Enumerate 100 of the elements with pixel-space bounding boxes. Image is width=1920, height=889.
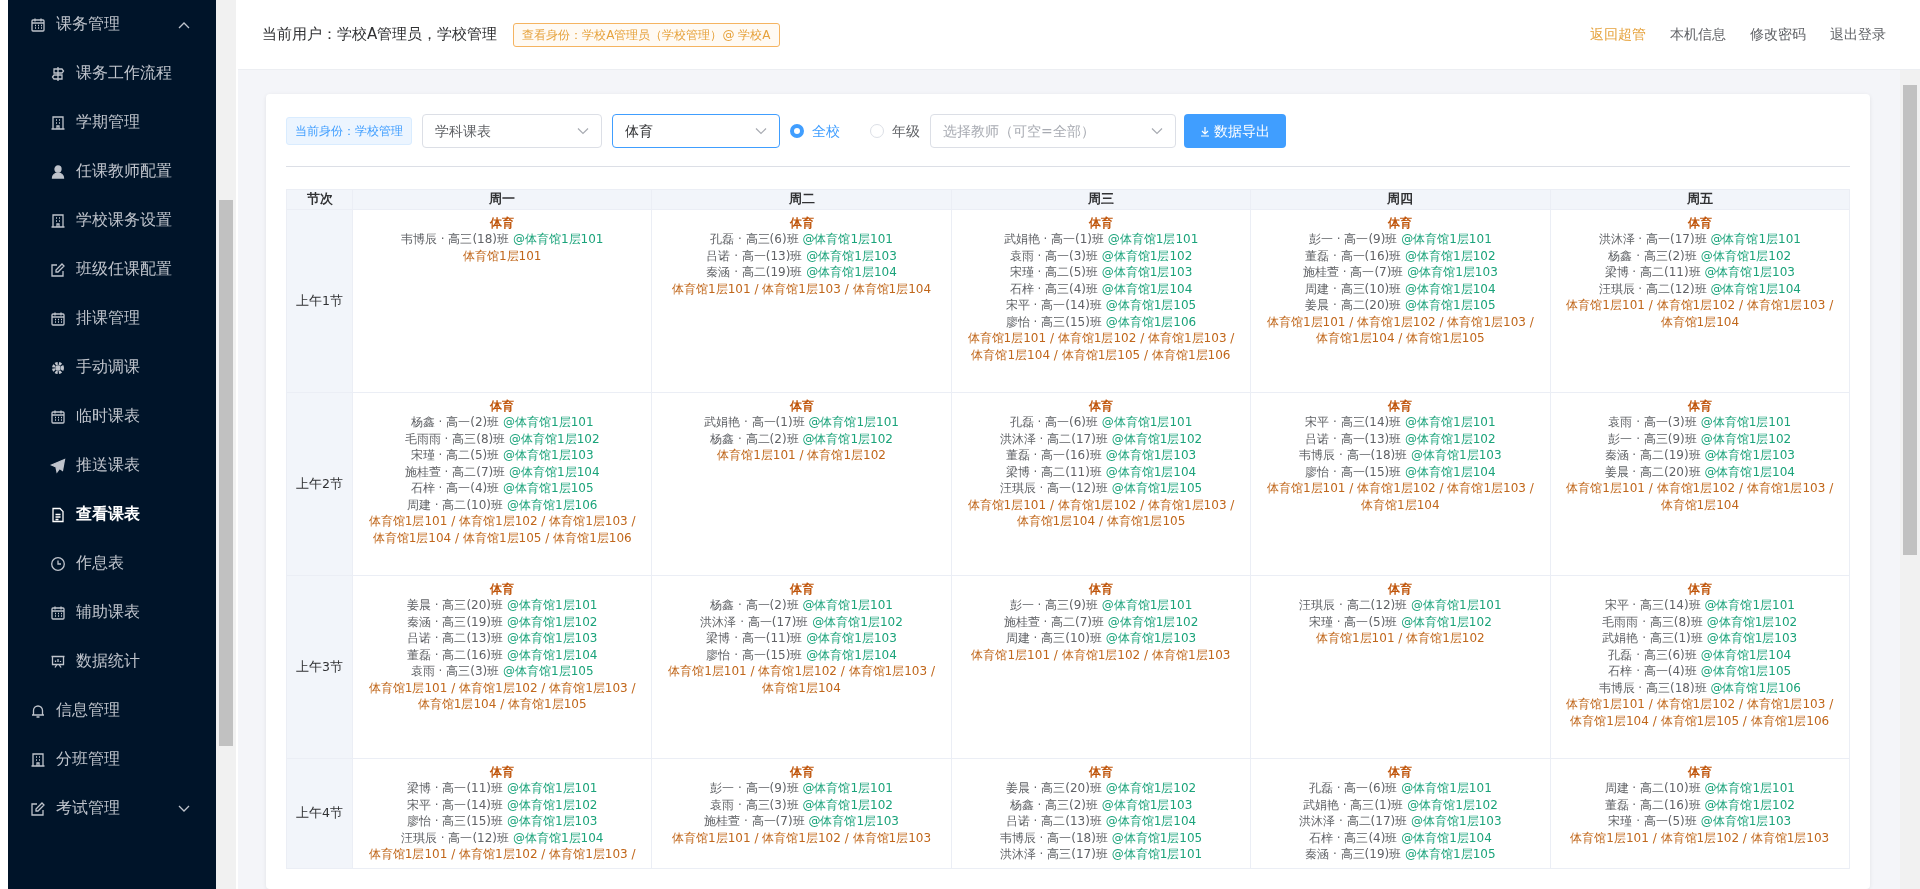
room-tag-text: @体育馆1层103	[806, 631, 897, 646]
room-tag-text: @体育馆1层104	[806, 647, 897, 662]
header-link[interactable]: 本机信息	[1670, 24, 1726, 45]
room-tag-text: @体育馆1层102	[802, 797, 893, 812]
teacher-class-text: 韦博辰 · 高一(18)班	[1299, 448, 1408, 463]
sidebar-scrollbar[interactable]	[216, 0, 236, 889]
sidebar-item[interactable]: 学期管理	[8, 98, 216, 147]
sidebar-item[interactable]: 班级任课配置	[8, 245, 216, 294]
teacher-class-text: 姜晨 · 高二(20)班	[1604, 464, 1701, 479]
teacher-class-text: 施桂萱 · 高二(7)班	[404, 464, 506, 479]
subject-text: 体育	[1686, 580, 1713, 598]
sidebar-item[interactable]: 辅助课表	[8, 588, 216, 637]
sidebar-item[interactable]: 数据统计	[8, 637, 216, 686]
room-tag-text: @体育馆1层104	[1401, 830, 1492, 845]
teacher-class-text: 宋瑾 · 高二(5)班	[1009, 265, 1098, 280]
header-link[interactable]: 修改密码	[1750, 24, 1806, 45]
subject-text: 体育	[489, 580, 516, 598]
identity-tag: 当前身份：学校管理	[286, 117, 412, 145]
teacher-class-text: 孔磊 · 高一(6)班	[1009, 415, 1098, 430]
current-user-text: 当前用户：学校A管理员，学校管理	[262, 24, 498, 46]
teacher-class-text: 毛雨雨 · 高三(8)班	[404, 431, 506, 446]
document-icon	[50, 506, 66, 523]
rooms-text: 体育馆1层101 / 体育馆1层102	[1315, 630, 1486, 647]
teacher-class-text: 袁雨 · 高三(3)班	[710, 797, 799, 812]
teacher-class-text: 杨鑫 · 高一(2)班	[410, 415, 500, 430]
teacher-class-text: 石梓 · 高三(4)班	[1308, 830, 1398, 845]
sidebar-item[interactable]: 推送课表	[8, 441, 216, 490]
sidebar-item[interactable]: 排课管理	[8, 294, 216, 343]
dropdown-field[interactable]: 学科课表	[422, 114, 602, 148]
teacher-class-text: 孔磊 · 高三(6)班	[1608, 647, 1697, 662]
teacher-class-text: 洪沐泽 · 高一(17)班	[700, 614, 809, 629]
page-scrollbar[interactable]	[1900, 70, 1920, 889]
teacher-class-text: 袁雨 · 高一(3)班	[1608, 415, 1697, 430]
dropdown-field[interactable]: 体育	[612, 114, 780, 148]
rooms-text: 体育馆1层101 / 体育馆1层102 / 体育馆1层103 / 体育馆1层104 / 体育馆1层105	[966, 496, 1236, 530]
teacher-class-text: 周建 · 高二(10)班	[1604, 781, 1701, 796]
rooms-text: 体育馆1层101 / 体育馆1层102 / 体育馆1层103 / 体育馆1层104 / 体育馆1层105 / 体育馆1层106	[1565, 696, 1835, 730]
room-tag-text: @体育馆1层101	[1111, 847, 1203, 862]
subject-text: 体育	[788, 214, 815, 232]
subject-text: 体育	[788, 397, 815, 415]
period-cell: 上午4节	[286, 758, 353, 869]
header-link[interactable]: 退出登录	[1830, 24, 1886, 45]
room-tag-text: @体育馆1层103	[808, 814, 899, 829]
sidebar-item[interactable]: 手动调课	[8, 343, 216, 392]
teacher-class-text: 石梓 · 高三(4)班	[1009, 281, 1098, 296]
room-tag-text: @体育馆1层104	[1405, 281, 1496, 296]
teacher-class-text: 彭一 · 高三(9)班	[1608, 431, 1697, 446]
rooms-text: 体育馆1层101 / 体育馆1层102 / 体育馆1层103 / 体育馆1层104	[1565, 297, 1835, 331]
sidebar-item[interactable]: 临时课表	[8, 392, 216, 441]
room-tag-text: @体育馆1层101	[1411, 598, 1502, 613]
teacher-class-text: 杨鑫 · 高三(2)班	[1009, 797, 1098, 812]
presentation-board-icon	[50, 653, 66, 670]
room-tag-text: @体育馆1层103	[1704, 265, 1795, 280]
room-tag-text: @体育馆1层105	[1405, 847, 1496, 862]
teacher-class-text: 彭一 · 高三(9)班	[1009, 598, 1098, 613]
room-tag-text: @体育馆1层101	[808, 415, 899, 430]
sidebar-item[interactable]: 学校课务设置	[8, 196, 216, 245]
teacher-class-text: 宋平 · 高一(14)班	[1005, 298, 1102, 313]
subject-text: 体育	[1087, 580, 1114, 598]
room-tag-text: @体育馆1层101	[802, 781, 893, 796]
building-icon	[50, 212, 66, 229]
room-tag-text: @体育馆1层104	[1704, 464, 1795, 479]
bell-icon	[30, 702, 46, 719]
teacher-class-text: 宋瑾 · 高一(5)班	[1608, 814, 1697, 829]
teacher-class-text: 汪琪辰 · 高二(12)班	[1598, 281, 1707, 296]
teacher-class-text: 杨鑫 · 高二(2)班	[710, 431, 799, 446]
subject-text: 体育	[1686, 214, 1713, 232]
rooms-text: 体育馆1层101 / 体育馆1层102 / 体育馆1层103 / 体育馆1层104 / 体育馆1层105	[367, 679, 637, 713]
room-tag-text: @体育馆1层104	[506, 647, 598, 662]
sidebar-item[interactable]: 分班管理	[8, 735, 216, 784]
room-tag-text: @体育馆1层102	[1105, 781, 1197, 796]
teacher-class-text: 洪沐泽 · 高二(17)班	[999, 431, 1108, 446]
building-icon	[50, 114, 66, 131]
teacher-class-text: 姜晨 · 高三(20)班	[1005, 781, 1102, 796]
sidebar-item[interactable]: 作息表	[8, 539, 216, 588]
teacher-class-text: 孔磊 · 高一(6)班	[1308, 781, 1398, 796]
column-header: 节次	[286, 189, 353, 210]
room-tag-text: @体育馆1层103	[503, 448, 594, 463]
room-tag-text: @体育馆1层101	[1704, 598, 1795, 613]
room-tag-text: @体育馆1层101	[802, 598, 893, 613]
room-tag-text: @体育馆1层104	[1105, 814, 1197, 829]
rooms-text: 体育馆1层101 / 体育馆1层102 / 体育馆1层103 / 体育馆1层104 / 体育馆1层105	[1265, 313, 1535, 347]
room-tag-text: @体育馆1层106	[1710, 680, 1801, 695]
sidebar-item[interactable]: 查看课表	[8, 490, 216, 539]
chevron-up-icon	[178, 20, 190, 29]
teacher-class-text: 宋平 · 高一(14)班	[406, 797, 504, 812]
subject-text: 体育	[788, 580, 815, 598]
sidebar-item[interactable]: 课务管理	[8, 0, 216, 49]
sidebar-item[interactable]: 任课教师配置	[8, 147, 216, 196]
room-tag-text: @体育馆1层102	[1407, 797, 1498, 812]
sidebar-item[interactable]: 信息管理	[8, 686, 216, 735]
calendar-icon	[50, 604, 66, 621]
sidebar-item[interactable]: 课务工作流程	[8, 49, 216, 98]
radio-button[interactable]: 年级	[870, 120, 920, 142]
sidebar-item[interactable]: 考试管理	[8, 784, 216, 833]
teacher-class-text: 杨鑫 · 高三(2)班	[1608, 248, 1697, 263]
rooms-text: 体育馆1层101 / 体育馆1层102 / 体育馆1层103 / 体育馆1层104	[1565, 480, 1835, 514]
room-tag-text: @体育馆1层103	[1105, 448, 1197, 463]
rooms-text: 体育馆1层101 / 体育馆1层102 / 体育馆1层103 / 体育馆1层104 / 体育馆1层105 / 体育馆1层106	[367, 513, 637, 547]
paper-plane-icon	[50, 457, 66, 474]
